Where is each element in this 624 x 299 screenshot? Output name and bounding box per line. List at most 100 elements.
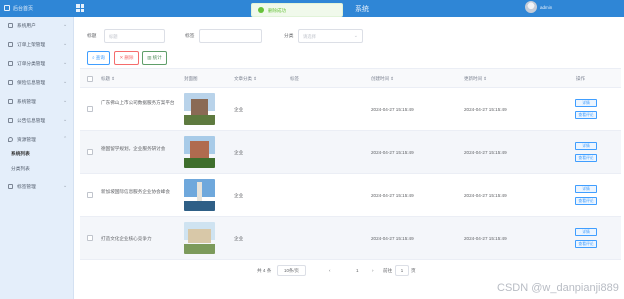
select-all-checkbox[interactable] xyxy=(87,76,93,82)
title-filter-input[interactable]: 标题 xyxy=(104,29,165,43)
chevron-down-icon: ⌄ xyxy=(63,183,68,189)
sidebar-item-label: 资源管理 xyxy=(17,137,36,142)
detail-button[interactable]: 详情 xyxy=(575,99,597,107)
detail-button[interactable]: 详情 xyxy=(575,142,597,150)
column-header-updated[interactable]: 更新时间 ⇕ xyxy=(464,76,487,82)
title-filter-label: 标题 xyxy=(87,33,97,38)
goto-page-input[interactable]: 1 xyxy=(395,265,409,276)
view-comments-button[interactable]: 查看评论 xyxy=(575,154,597,162)
prev-page-button[interactable]: ‹ xyxy=(329,268,331,273)
cover-image xyxy=(184,136,215,168)
next-page-button[interactable]: › xyxy=(372,268,374,273)
row-checkbox[interactable] xyxy=(87,106,93,112)
gear-icon xyxy=(8,99,13,104)
row-category: 企业 xyxy=(234,193,244,198)
chevron-down-icon: ⌄ xyxy=(63,98,68,104)
chevron-down-icon: ⌄ xyxy=(63,22,68,28)
column-header-title[interactable]: 标题 ⇕ xyxy=(101,76,115,82)
button-label: 删除 xyxy=(124,55,134,60)
column-header-actions: 操作 xyxy=(576,76,585,81)
search-button[interactable]: ⌕查询 xyxy=(87,51,110,65)
sidebar-item-system[interactable]: 系统管理 ⌄ xyxy=(0,93,74,111)
sidebar-subitem-system-list[interactable]: 系统列表 xyxy=(0,146,74,161)
person-icon xyxy=(8,184,13,189)
sidebar-item-label: 系统管理 xyxy=(17,99,36,104)
chevron-down-icon: ⌄ xyxy=(63,79,68,85)
sidebar-item-order-category[interactable]: 订单分类管理 ⌄ xyxy=(0,55,74,73)
chevron-down-icon: ⌄ xyxy=(63,41,68,47)
row-category: 企业 xyxy=(234,236,244,241)
row-created-time: 2024-04-27 15:15:49 xyxy=(371,150,414,155)
cover-image xyxy=(184,93,215,125)
goto-label: 前往 xyxy=(383,268,393,273)
shield-icon xyxy=(8,80,13,85)
chevron-down-icon: ⌄ xyxy=(353,33,358,39)
sidebar-item-label: 订单分类管理 xyxy=(17,61,46,66)
view-comments-button[interactable]: 查看评论 xyxy=(575,197,597,205)
row-title: 新加坡国际信息服务企业协会峰会 xyxy=(101,189,170,194)
detail-button[interactable]: 详情 xyxy=(575,228,597,236)
row-title: 广东佛山上市公司数据服务方案平台 xyxy=(101,100,175,105)
thumb-ground xyxy=(184,244,215,254)
chart-icon: ▥ xyxy=(147,55,152,60)
page-size-select[interactable]: 10条/页 xyxy=(277,265,306,276)
success-toast: 删除成功 xyxy=(251,3,343,17)
chevron-up-icon: ⌃ xyxy=(63,136,68,142)
sidebar-item-insurance[interactable]: 保险信息管理 ⌄ xyxy=(0,74,74,92)
sidebar-item-label: 公告信息管理 xyxy=(17,118,46,123)
row-updated-time: 2024-04-27 15:15:49 xyxy=(464,236,507,241)
category-filter-label: 分类 xyxy=(284,33,294,38)
stats-button[interactable]: ▥统计 xyxy=(142,51,167,65)
sidebar-item-order-listing[interactable]: 订单上架管理 ⌄ xyxy=(0,36,74,54)
thumb-building xyxy=(197,182,202,202)
folder-icon xyxy=(8,61,13,66)
thumb-ground xyxy=(184,115,215,125)
success-check-icon xyxy=(258,7,264,13)
sidebar-item-tags[interactable]: 标签管理 ⌄ xyxy=(0,178,74,196)
row-checkbox[interactable] xyxy=(87,235,93,241)
goto-suffix: 页 xyxy=(411,268,416,273)
user-icon xyxy=(8,23,13,28)
sidebar-item-label: 标签管理 xyxy=(17,184,36,189)
view-comments-button[interactable]: 查看评论 xyxy=(575,240,597,248)
row-updated-time: 2024-04-27 15:15:49 xyxy=(464,107,507,112)
view-comments-button[interactable]: 查看评论 xyxy=(575,111,597,119)
chevron-down-icon: ⌄ xyxy=(63,60,68,66)
current-page-number[interactable]: 1 xyxy=(356,268,359,273)
category-select[interactable]: 请选择 ⌄ xyxy=(298,29,363,43)
watermark: CSDN @w_danpianji889 xyxy=(497,282,619,294)
sidebar-item-notice[interactable]: 公告信息管理 ⌄ xyxy=(0,112,74,130)
row-created-time: 2024-04-27 15:15:49 xyxy=(371,236,414,241)
username-label[interactable]: admin xyxy=(540,5,552,10)
detail-button[interactable]: 详情 xyxy=(575,185,597,193)
menu-grid-icon[interactable] xyxy=(76,4,84,12)
column-header-cover: 封面图 xyxy=(184,76,198,81)
home-link[interactable]: 后台首页 xyxy=(13,5,33,12)
row-title: 打造文化企业核心竞争力 xyxy=(101,236,152,241)
tag-filter-input[interactable] xyxy=(199,29,262,43)
system-title: 系统 xyxy=(355,6,369,13)
user-avatar[interactable] xyxy=(525,1,537,13)
column-header-category[interactable]: 文章分类 ⇕ xyxy=(234,76,257,82)
row-updated-time: 2024-04-27 15:15:49 xyxy=(464,150,507,155)
row-checkbox[interactable] xyxy=(87,149,93,155)
sidebar-item-system-users[interactable]: 系统用户 ⌄ xyxy=(0,17,74,35)
search-icon: ⌕ xyxy=(92,55,95,60)
table-row: 广东佛山上市公司数据服务方案平台 企业 2024-04-27 15:15:49 … xyxy=(80,88,621,131)
row-checkbox[interactable] xyxy=(87,192,93,198)
select-placeholder: 请选择 xyxy=(303,34,316,39)
button-label: 查询 xyxy=(95,55,105,60)
page-size-value: 10条/页 xyxy=(284,268,299,273)
table-row: 打造文化企业核心竞争力 企业 2024-04-27 15:15:49 2024-… xyxy=(80,217,621,260)
toast-message: 删除成功 xyxy=(268,8,286,13)
thumb-building xyxy=(188,229,211,243)
thumb-building xyxy=(190,141,209,159)
cover-image xyxy=(184,179,215,211)
sidebar-subitem-category-list[interactable]: 分类列表 xyxy=(0,161,74,176)
column-header-created[interactable]: 创建时间 ⇕ xyxy=(371,76,394,82)
delete-button[interactable]: ✕删除 xyxy=(114,51,139,65)
bell-icon xyxy=(8,118,13,123)
table-header: 标题 ⇕ 封面图 文章分类 ⇕ 标签 创建时间 ⇕ 更新时间 ⇕ 操作 xyxy=(80,68,621,88)
row-updated-time: 2024-04-27 15:15:49 xyxy=(464,193,507,198)
location-pin-icon xyxy=(8,137,13,142)
